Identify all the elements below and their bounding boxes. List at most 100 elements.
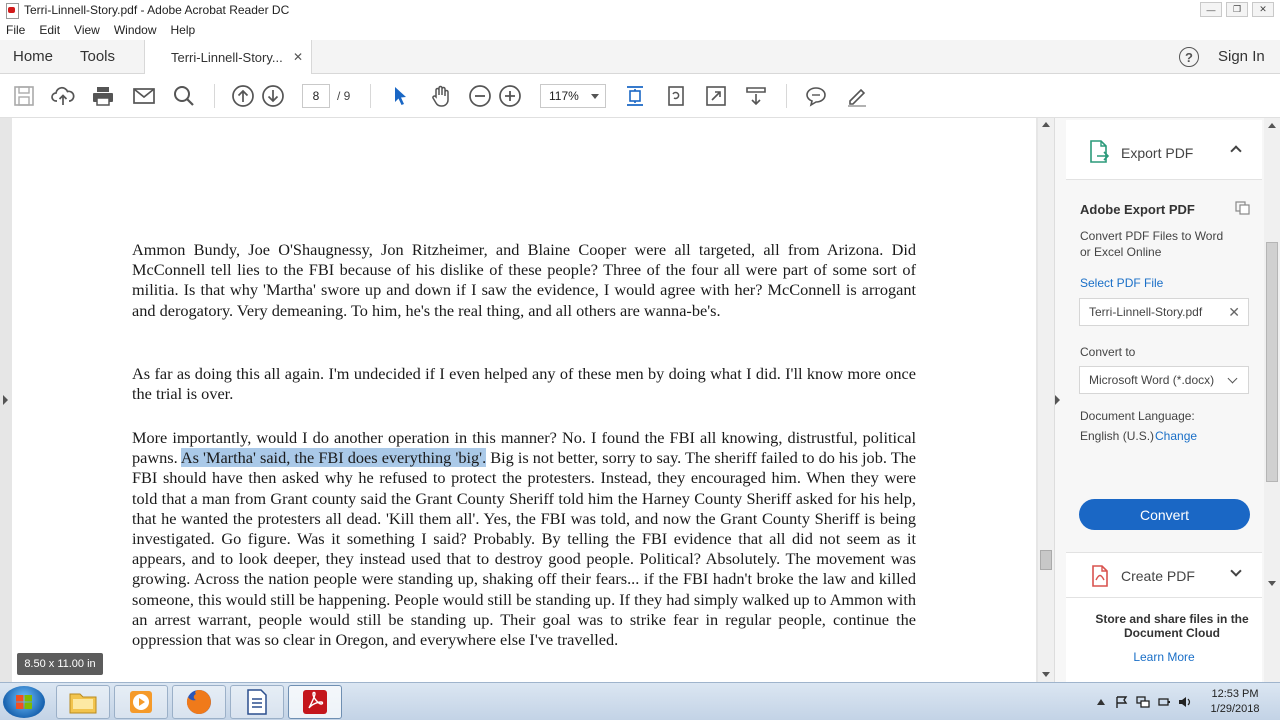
expand-left-panel-icon[interactable] — [3, 395, 8, 405]
start-button[interactable] — [3, 686, 45, 718]
document-scrollbar[interactable] — [1038, 118, 1054, 682]
full-screen-icon[interactable] — [704, 84, 728, 108]
minimize-button[interactable]: — — [1200, 2, 1222, 17]
scroll-down-icon[interactable] — [1042, 672, 1050, 677]
tab-tools[interactable]: Tools — [80, 48, 115, 65]
chevron-down-icon[interactable] — [1230, 565, 1242, 577]
zoom-out-icon[interactable] — [468, 84, 492, 108]
restore-button[interactable]: ❐ — [1226, 2, 1248, 17]
copy-icon[interactable] — [1235, 201, 1250, 215]
help-icon[interactable]: ? — [1179, 47, 1199, 67]
zoom-value: 117% — [549, 89, 579, 103]
change-language-link[interactable]: Change — [1155, 429, 1197, 443]
convert-format-value: Microsoft Word (*.docx) — [1089, 373, 1215, 387]
page-total: / 9 — [337, 89, 351, 103]
scroll-up-icon[interactable] — [1042, 122, 1050, 127]
scroll-thumb[interactable] — [1266, 242, 1278, 482]
flag-icon[interactable] — [1115, 696, 1129, 708]
selected-file-name: Terri-Linnell-Story.pdf — [1089, 305, 1203, 319]
search-icon[interactable] — [172, 84, 196, 108]
menu-edit[interactable]: Edit — [39, 23, 60, 37]
taskbar-firefox[interactable] — [172, 685, 226, 719]
title-bar: Terri-Linnell-Story.pdf - Adobe Acrobat … — [0, 0, 1280, 20]
export-description: Convert PDF Files to Word or Excel Onlin… — [1080, 229, 1224, 259]
window-title: Terri-Linnell-Story.pdf - Adobe Acrobat … — [24, 3, 290, 17]
toolbar-divider — [214, 84, 215, 108]
export-title: Adobe Export PDF — [1080, 202, 1195, 217]
comment-icon[interactable] — [804, 84, 828, 108]
chevron-down-icon — [1227, 373, 1238, 384]
power-icon[interactable] — [1157, 696, 1171, 708]
hand-tool-icon[interactable] — [429, 84, 453, 108]
menu-help[interactable]: Help — [171, 23, 196, 37]
select-cursor-icon[interactable] — [388, 84, 412, 108]
toolbar: 8 / 9 117% — [0, 74, 1280, 118]
read-mode-icon[interactable] — [744, 84, 768, 108]
convert-format-dropdown[interactable]: Microsoft Word (*.docx) — [1079, 366, 1249, 394]
rotate-page-icon[interactable] — [664, 84, 688, 108]
highlight-pen-icon[interactable] — [845, 84, 869, 108]
paragraph-3-rest: Big is not better, sorry to say. The she… — [132, 448, 917, 650]
clear-file-icon[interactable]: ✕ — [1228, 304, 1240, 321]
upload-cloud-icon[interactable] — [51, 84, 75, 108]
clock-time: 12:53 PM — [1211, 688, 1259, 700]
document-language-value: English (U.S.) — [1080, 429, 1155, 443]
tab-document[interactable]: Terri-Linnell-Story... ✕ — [144, 40, 312, 75]
close-tab-icon[interactable]: ✕ — [293, 50, 303, 64]
menu-window[interactable]: Window — [114, 23, 157, 37]
clock[interactable]: 12:53 PM 1/29/2018 — [1200, 687, 1270, 717]
taskbar: 12:53 PM 1/29/2018 — [0, 682, 1280, 720]
save-icon[interactable] — [12, 84, 36, 108]
learn-more-link[interactable]: Learn More — [1066, 650, 1262, 664]
clock-date: 1/29/2018 — [1210, 703, 1260, 715]
export-pdf-icon — [1090, 140, 1110, 163]
panel-scrollbar[interactable] — [1264, 118, 1280, 682]
page-size-indicator: 8.50 x 11.00 in — [17, 653, 103, 675]
chevron-up-icon[interactable] — [1230, 145, 1242, 157]
pdf-file-icon — [6, 3, 19, 19]
taskbar-explorer[interactable] — [56, 685, 110, 719]
next-page-icon[interactable] — [261, 84, 285, 108]
scroll-mode-icon[interactable] — [623, 84, 647, 108]
print-icon[interactable] — [91, 84, 115, 108]
menu-view[interactable]: View — [74, 23, 100, 37]
scroll-thumb[interactable] — [1040, 550, 1052, 570]
highlighted-text[interactable]: As 'Martha' said, the FBI does everythin… — [180, 448, 487, 468]
close-window-button[interactable]: ✕ — [1252, 2, 1274, 17]
taskbar-acrobat[interactable] — [288, 685, 342, 719]
previous-page-icon[interactable] — [231, 84, 255, 108]
document-language-label: Document Language: — [1080, 409, 1195, 423]
collapse-right-panel-icon[interactable] — [1055, 395, 1060, 405]
paragraph-1: Ammon Bundy, Joe O'Shaugnessy, Jon Ritzh… — [132, 240, 916, 320]
promo-text: Store and share files in the Document Cl… — [1095, 612, 1249, 640]
menu-file[interactable]: File — [6, 23, 25, 37]
menu-bar: File Edit View Window Help — [0, 20, 1280, 40]
zoom-dropdown[interactable]: 117% — [540, 84, 606, 108]
export-pdf-header[interactable]: Export PDF — [1066, 120, 1262, 180]
firefox-icon — [186, 690, 211, 714]
zoom-in-icon[interactable] — [498, 84, 522, 108]
network-icon[interactable] — [1136, 696, 1150, 708]
create-pdf-icon — [1092, 565, 1108, 587]
convert-to-label: Convert to — [1080, 345, 1136, 359]
toolbar-divider — [370, 84, 371, 108]
page-number-input[interactable]: 8 — [302, 84, 330, 108]
selected-file-field[interactable]: Terri-Linnell-Story.pdf ✕ — [1079, 298, 1249, 326]
sign-in-link[interactable]: Sign In — [1218, 48, 1265, 65]
create-pdf-label: Create PDF — [1121, 568, 1195, 584]
create-pdf-header[interactable]: Create PDF — [1066, 552, 1262, 598]
tab-home[interactable]: Home — [13, 48, 53, 65]
media-player-icon — [130, 691, 152, 713]
convert-button[interactable]: Convert — [1079, 499, 1250, 530]
folder-icon — [69, 693, 97, 714]
scroll-up-icon[interactable] — [1268, 123, 1276, 128]
volume-icon[interactable] — [1178, 696, 1192, 708]
scroll-down-icon[interactable] — [1268, 581, 1276, 586]
tab-bar: Home Tools Terri-Linnell-Story... ✕ — [0, 40, 1280, 75]
document-cloud-promo: Store and share files in the Document Cl… — [1066, 598, 1262, 682]
taskbar-notepad[interactable] — [230, 685, 284, 719]
show-hidden-icons-icon[interactable] — [1097, 699, 1105, 705]
email-icon[interactable] — [132, 84, 156, 108]
select-pdf-file-link[interactable]: Select PDF File — [1080, 276, 1163, 290]
taskbar-media-player[interactable] — [114, 685, 168, 719]
